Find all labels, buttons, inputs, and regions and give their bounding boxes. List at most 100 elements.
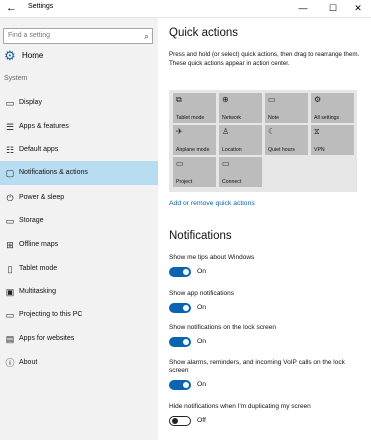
setting-label: Show me tips about Windows [169,254,255,261]
toggle-state-label: Off [197,417,206,424]
sidebar-item-label: Projecting to this PC [19,311,83,318]
window-title: Settings [28,3,54,10]
sidebar-item-default-apps[interactable]: ☷ Default apps [0,138,158,162]
apps-icon: ☰ [5,122,15,132]
quick-actions-panel: ⧉ Tablet mode ⊕ Network ▭ Note ⚙ All settings ✈ A… [169,90,357,192]
sidebar-item-multitasking[interactable]: ▣ Multitasking [0,280,158,304]
sidebar-item-label: Apps for websites [19,335,75,342]
all-settings-icon: ⚙ [314,95,322,104]
gear-icon: ⚙ [4,48,16,63]
minimize-button[interactable]: — [290,0,316,17]
sidebar-item-label: Tablet mode [19,265,58,272]
quick-action-tile[interactable]: ⚙ All settings [311,93,354,123]
tablet-mode-icon: ⧉ [176,95,182,104]
sidebar-item-offline-maps[interactable]: ⊞ Offline maps [0,233,158,257]
sidebar-item-about[interactable]: ⓘ About [0,351,158,375]
sidebar-item-label: Notifications & actions [19,169,88,176]
sidebar-item-label: Apps & features [19,123,69,130]
quick-action-label: All settings [314,115,340,121]
sidebar-item-storage[interactable]: ▭ Storage [0,209,158,233]
notifications-icon: ▢ [5,168,15,178]
toggle-knob [183,269,189,275]
airplane-icon: ✈ [176,127,183,136]
section-header-system: System [4,75,28,82]
sidebar-item-power-sleep[interactable]: ⏻ Power & sleep [0,186,158,210]
quick-action-label: Location [222,147,242,153]
setting-toggle[interactable] [169,337,191,347]
sidebar-item-tablet-mode[interactable]: ▯ Tablet mode [0,257,158,281]
tablet-icon: ▯ [7,264,13,274]
setting-toggle[interactable] [169,416,191,426]
quick-action-tile[interactable]: ⧖ VPN [311,125,354,155]
quick-action-tile[interactable]: ✈ Airplane mode [173,125,216,155]
sidebar-item-label: Storage [19,217,44,224]
toggle-knob [183,339,189,345]
setting-label: Show app notifications [169,290,235,297]
main-content: Quick actions Press and hold (or select)… [158,18,371,440]
home-label: Home [22,51,44,60]
note-icon: ▭ [268,95,276,104]
back-arrow-icon[interactable]: ← [6,1,17,15]
quick-action-label: Tablet mode [176,115,205,121]
setting-label: Hide notifications when I'm duplicating … [169,403,311,410]
location-icon: ♙ [222,127,230,136]
quick-action-label: Network [222,115,242,121]
add-remove-quick-actions-link[interactable]: Add or remove quick actions [169,200,255,207]
quick-actions-heading: Quick actions [169,27,239,39]
sidebar-item-apps-features[interactable]: ☰ Apps & features [0,115,158,139]
quick-action-tile[interactable]: ▭ Project [173,157,216,187]
map-icon: ⊞ [6,240,14,250]
setting-label: Show alarms, reminders, and incoming VoI… [169,359,345,374]
connect-icon: ▭ [222,159,230,168]
sidebar-item-label: Display [19,99,42,106]
sidebar-item-label: Multitasking [19,288,56,295]
sidebar-item-label: Power & sleep [19,194,65,201]
sidebar-item-notifications-actions[interactable]: ▢ Notifications & actions [0,161,158,185]
quick-action-label: Project [176,179,193,185]
notifications-heading: Notifications [169,230,232,242]
network-icon: ⊕ [222,95,229,104]
quick-action-label: Airplane mode [176,147,210,153]
apps-for-websites-icon: ▤ [5,334,15,344]
search-input[interactable]: Find a setting ⌕ [3,28,153,44]
setting-toggle[interactable] [169,303,191,313]
sidebar-item-apps-for-websites[interactable]: ▤ Apps for websites [0,327,158,351]
toggle-state-label: On [197,268,207,275]
setting-toggle[interactable] [169,380,191,390]
quick-action-tile[interactable]: ♙ Location [219,125,262,155]
sidebar-item-projecting-to-this-pc[interactable]: ▭ Projecting to this PC [0,303,158,327]
quick-action-tile[interactable]: ▭ Note [265,93,308,123]
multitasking-icon: ▣ [5,287,15,297]
setting-label: Show notifications on the lock screen [169,324,276,331]
quick-action-tile[interactable]: ☾ Quiet hours [265,125,308,155]
sidebar-item-display[interactable]: ▭ Display [0,91,158,115]
default-apps-icon: ☷ [5,145,15,155]
display-icon: ▭ [5,98,15,108]
maximize-button[interactable]: ☐ [320,0,346,17]
power-icon: ⏻ [6,193,14,203]
toggle-knob [171,417,178,424]
sidebar-item-label: About [19,359,38,366]
setting-toggle[interactable] [169,267,191,277]
close-button[interactable]: ✕ [345,0,371,17]
sidebar-item-label: Default apps [19,146,59,153]
toggle-knob [183,382,189,388]
quiet-hours-icon: ☾ [268,127,276,136]
vpn-icon: ⧖ [314,127,320,136]
toggle-state-label: On [197,338,207,345]
search-placeholder: Find a setting [8,32,51,39]
info-icon: ⓘ [5,358,15,368]
quick-action-tile[interactable]: ⧉ Tablet mode [173,93,216,123]
sidebar: Find a setting ⌕ ⚙ Home System ▭ Display ☰… [0,18,158,440]
toggle-state-label: On [197,381,207,388]
quick-action-label: Connect [222,179,242,185]
quick-action-tile[interactable]: ▭ Connect [219,157,262,187]
toggle-knob [183,305,189,311]
projecting-icon: ▭ [5,310,15,320]
sidebar-item-label: Offline maps [19,241,59,248]
quick-action-tile[interactable]: ⊕ Network [219,93,262,123]
title-bar: ← Settings — ☐ ✕ [0,0,371,18]
quick-actions-description: Press and hold (or select) quick actions… [169,51,360,67]
quick-action-label: VPN [314,147,325,153]
search-icon[interactable]: ⌕ [144,29,149,43]
